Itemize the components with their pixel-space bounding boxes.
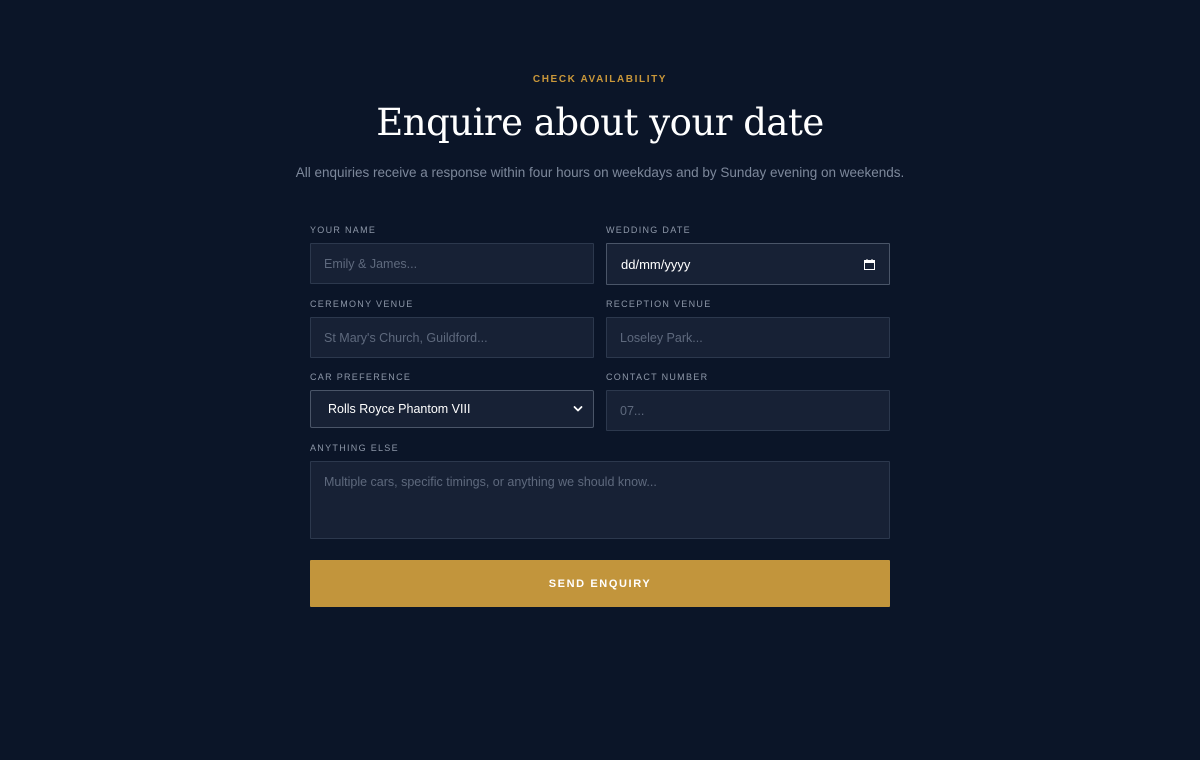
calendar-icon[interactable] — [864, 258, 875, 270]
form-row-1: YOUR NAME WEDDING DATE dd/mm/yyyy — [310, 224, 890, 285]
anything-else-field-group: ANYTHING ELSE — [310, 442, 890, 544]
wedding-date-input[interactable]: dd/mm/yyyy — [606, 243, 890, 285]
wedding-date-field-group: WEDDING DATE dd/mm/yyyy — [606, 224, 890, 285]
contact-number-field-group: CONTACT NUMBER — [606, 371, 890, 431]
contact-number-input[interactable] — [606, 390, 890, 431]
page-subtitle: All enquiries receive a response within … — [295, 165, 905, 180]
car-preference-field-group: CAR PREFERENCE Rolls Royce Phantom VIII — [310, 371, 594, 431]
anything-else-textarea[interactable] — [310, 461, 890, 539]
form-row-2: CEREMONY VENUE RECEPTION VENUE — [310, 298, 890, 358]
car-preference-label: CAR PREFERENCE — [310, 372, 412, 382]
ceremony-venue-field-group: CEREMONY VENUE — [310, 298, 594, 358]
enquiry-form: YOUR NAME WEDDING DATE dd/mm/yyyy — [310, 224, 890, 607]
form-row-3: CAR PREFERENCE Rolls Royce Phantom VIII … — [310, 371, 890, 431]
car-preference-value: Rolls Royce Phantom VIII — [328, 402, 471, 416]
car-preference-select[interactable]: Rolls Royce Phantom VIII — [310, 390, 594, 428]
wedding-date-label: WEDDING DATE — [606, 225, 691, 235]
ceremony-venue-input[interactable] — [310, 317, 594, 358]
reception-venue-label: RECEPTION VENUE — [606, 299, 712, 309]
enquiry-page: CHECK AVAILABILITY Enquire about your da… — [0, 0, 1200, 760]
ceremony-venue-label: CEREMONY VENUE — [310, 299, 414, 309]
name-label: YOUR NAME — [310, 225, 377, 235]
wedding-date-value: dd/mm/yyyy — [621, 256, 691, 272]
anything-else-label: ANYTHING ELSE — [310, 443, 399, 453]
section-eyebrow: CHECK AVAILABILITY — [532, 74, 668, 85]
reception-venue-field-group: RECEPTION VENUE — [606, 298, 890, 358]
reception-venue-input[interactable] — [606, 317, 890, 358]
name-field-group: YOUR NAME — [310, 224, 594, 285]
name-input[interactable] — [310, 243, 594, 284]
page-title: Enquire about your date — [376, 101, 824, 144]
contact-number-label: CONTACT NUMBER — [606, 372, 709, 382]
chevron-down-icon — [573, 405, 583, 413]
send-enquiry-button[interactable]: SEND ENQUIRY — [310, 560, 890, 607]
